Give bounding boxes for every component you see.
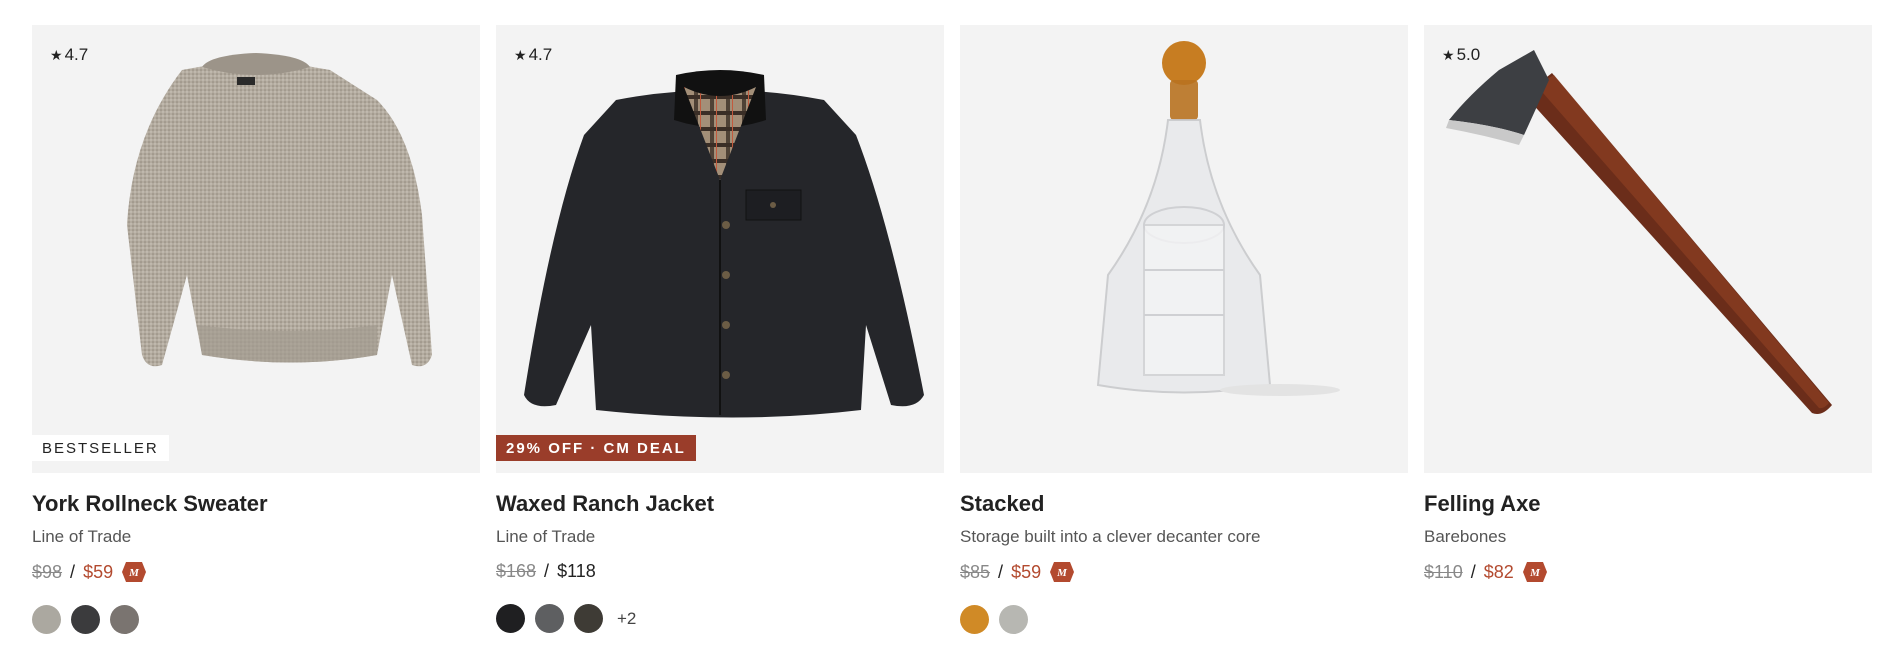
- product-image[interactable]: ★ 4.7 BESTSELLER: [32, 25, 480, 473]
- rating: ★ 4.7: [514, 45, 552, 65]
- price-separator: /: [998, 561, 1004, 582]
- color-swatch[interactable]: [496, 604, 525, 633]
- color-swatch[interactable]: [32, 605, 61, 634]
- price-separator: /: [544, 561, 550, 581]
- sweater-image: [127, 53, 432, 367]
- svg-text:M: M: [1056, 567, 1068, 579]
- product-image[interactable]: ★ 5.0: [1424, 25, 1872, 473]
- svg-text:M: M: [1529, 567, 1541, 579]
- product-title[interactable]: Felling Axe: [1424, 491, 1872, 517]
- product-description: Storage built into a clever decanter cor…: [960, 527, 1261, 546]
- sale-price: $82: [1483, 561, 1514, 582]
- status-badge: BESTSELLER: [32, 435, 169, 461]
- product-card-waxed-ranch-jacket[interactable]: ★ 4.7 29% OFF · CM DEAL Waxed Ranch Jack…: [496, 25, 944, 635]
- price-separator: /: [70, 561, 76, 582]
- svg-text:M: M: [128, 567, 140, 579]
- sale-price: $59: [1011, 561, 1042, 582]
- rating: ★ 5.0: [1442, 45, 1480, 65]
- m-member-icon: M: [1522, 562, 1547, 582]
- price-separator: /: [1470, 561, 1476, 582]
- sale-price: $59: [83, 561, 114, 582]
- rating-value: 4.7: [64, 45, 89, 64]
- color-swatches: +2: [496, 604, 944, 633]
- color-swatch[interactable]: [574, 604, 603, 633]
- product-card-felling-axe[interactable]: ★ 5.0 Felling Axe Barebones $110 / $82 M: [1424, 25, 1872, 635]
- rating-value: 4.7: [528, 45, 553, 64]
- product-brand: Line of Trade: [32, 527, 132, 546]
- jacket-image: [524, 70, 924, 418]
- color-swatch[interactable]: [535, 604, 564, 633]
- sale-price: $118: [557, 561, 596, 581]
- product-title[interactable]: Waxed Ranch Jacket: [496, 491, 944, 517]
- star-icon: ★: [50, 46, 63, 63]
- original-price: $168: [496, 561, 537, 581]
- product-brand: Barebones: [1424, 527, 1507, 546]
- more-colors-link[interactable]: +2: [617, 609, 636, 629]
- original-price: $85: [960, 561, 991, 582]
- product-image[interactable]: ★ 4.7 29% OFF · CM DEAL: [496, 25, 944, 473]
- product-card-york-rollneck-sweater[interactable]: ★ 4.7 BESTSELLER York Rollneck Sweater L…: [32, 25, 480, 635]
- original-price: $98: [32, 561, 63, 582]
- price-row: $85 / $59 M: [960, 561, 1408, 583]
- axe-image: [1446, 50, 1832, 414]
- product-brand: Line of Trade: [496, 527, 596, 546]
- price-row: $98 / $59 M: [32, 561, 480, 583]
- star-icon: ★: [514, 46, 527, 63]
- m-member-icon: M: [122, 562, 147, 582]
- color-swatch[interactable]: [110, 605, 139, 634]
- color-swatch[interactable]: [71, 605, 100, 634]
- product-card-stacked[interactable]: Stacked Storage built into a clever deca…: [960, 25, 1408, 635]
- price-row: $168 / $118: [496, 561, 944, 582]
- color-swatch[interactable]: [999, 605, 1028, 634]
- product-grid: ★ 4.7 BESTSELLER York Rollneck Sweater L…: [32, 25, 1872, 635]
- price-row: $110 / $82 M: [1424, 561, 1872, 583]
- star-icon: ★: [1442, 46, 1455, 63]
- decanter-image: [1096, 41, 1340, 396]
- m-member-icon: M: [1050, 562, 1075, 582]
- product-title[interactable]: York Rollneck Sweater: [32, 491, 480, 517]
- color-swatch[interactable]: [960, 605, 989, 634]
- color-swatches: [32, 605, 480, 634]
- product-title[interactable]: Stacked: [960, 491, 1408, 517]
- color-swatches: [960, 605, 1408, 634]
- deal-badge: 29% OFF · CM DEAL: [496, 435, 696, 461]
- rating: ★ 4.7: [50, 45, 88, 65]
- product-image[interactable]: [960, 25, 1408, 473]
- rating-value: 5.0: [1456, 45, 1481, 64]
- original-price: $110: [1424, 561, 1463, 582]
